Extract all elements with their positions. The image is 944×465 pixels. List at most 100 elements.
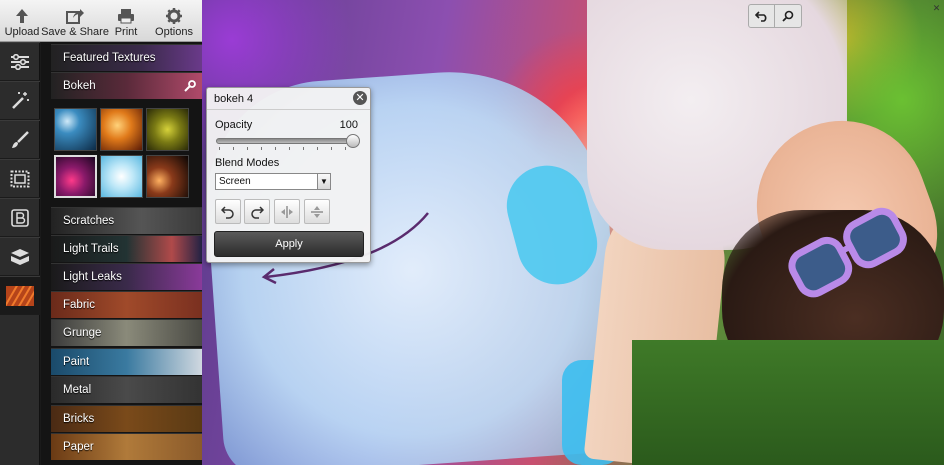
category-grunge[interactable]: Grunge [51,319,202,346]
rotate-left-icon [221,205,234,219]
slider-tick [219,147,220,150]
category-scratches-label: Scratches [63,215,115,227]
print-label: Print [114,26,138,38]
slider-tick [303,147,304,150]
undo-icon [754,11,766,22]
category-light-leaks-label: Light Leaks [63,271,122,283]
tool-text[interactable] [0,198,40,237]
flip-horizontal-icon [281,205,293,218]
category-light-trails-label: Light Trails [63,243,119,255]
category-scratches[interactable]: Scratches [51,207,202,234]
category-fabric-label: Fabric [63,299,95,311]
dialog-header: bokeh 4 ✕ [207,88,370,110]
bokeh-thumb-2[interactable] [100,108,143,151]
textures-icon [6,285,34,306]
undo-button[interactable] [749,5,775,27]
flip-horizontal-button[interactable] [274,199,300,224]
sunglasses-icon [788,207,907,298]
photo-editor-app: ✕ Upload Save & Share Print Options Feat… [0,0,944,465]
tool-stickers[interactable] [0,237,40,276]
category-paper[interactable]: Paper [51,433,202,460]
category-fabric[interactable]: Fabric [51,291,202,318]
category-metal-label: Metal [63,384,92,396]
bokeh-thumb-5[interactable] [100,155,143,198]
opacity-value: 100 [339,119,358,131]
slider-tick [331,147,332,150]
close-icon: ✕ [355,92,365,104]
print-button[interactable]: Print [106,0,146,42]
brush-icon [12,130,29,148]
bokeh-thumb-4[interactable] [54,155,97,198]
slider-tick [233,147,234,150]
category-bricks-label: Bricks [63,413,95,425]
upload-label: Upload [4,26,40,38]
rotate-left-button[interactable] [215,199,241,224]
category-grunge-label: Grunge [63,327,102,339]
slider-tick [275,147,276,150]
apply-label: Apply [275,238,303,250]
opacity-slider-handle[interactable] [346,134,360,148]
upload-button[interactable]: Upload [0,0,44,42]
opacity-slider[interactable] [216,138,358,144]
flip-vertical-button[interactable] [304,199,330,224]
blend-mode-select[interactable]: Screen ▼ [215,173,331,190]
top-toolbar: Upload Save & Share Print Options [0,0,202,42]
chevron-down-icon: ▼ [317,174,330,189]
slider-tick [289,147,290,150]
gear-icon [166,8,182,24]
frame-icon [10,170,30,187]
tool-adjustments[interactable] [0,42,40,81]
flip-vertical-icon [311,205,323,218]
category-metal[interactable]: Metal [51,376,202,403]
category-paper-label: Paper [63,441,94,453]
slider-tick [317,147,318,150]
texture-settings-dialog: bokeh 4 ✕ Opacity 100 Blend Modes Screen… [206,87,371,263]
zoom-button[interactable] [775,5,801,27]
category-paint-label: Paint [63,356,90,368]
dialog-title: bokeh 4 [214,92,254,105]
stickers-icon [11,248,29,265]
category-light-leaks[interactable]: Light Leaks [51,263,202,290]
adjustments-icon [11,53,29,70]
grass-shape [632,340,944,465]
category-bokeh-label: Bokeh [63,80,96,92]
category-light-trails[interactable]: Light Trails [51,235,202,262]
category-bricks[interactable]: Bricks [51,405,202,432]
opacity-label: Opacity [215,119,253,131]
save-share-button[interactable]: Save & Share [41,0,109,42]
wrench-icon[interactable] [184,80,196,92]
options-button[interactable]: Options [146,0,202,42]
upload-icon [16,9,28,23]
slider-tick [345,147,346,150]
printer-icon [118,9,134,24]
blend-modes-label: Blend Modes [215,157,280,169]
slider-tick [261,147,262,150]
tool-strip [0,42,40,465]
blend-mode-value: Screen [219,176,251,187]
rotate-right-icon [251,205,264,219]
category-featured[interactable]: Featured Textures [51,44,202,71]
category-bokeh[interactable]: Bokeh [51,72,202,99]
rotate-right-button[interactable] [244,199,270,224]
bokeh-thumb-1[interactable] [54,108,97,151]
tool-frames[interactable] [0,159,40,198]
save-share-label: Save & Share [41,26,109,38]
texture-panel: Featured Textures Bokeh Scratches Light … [41,42,202,465]
tool-textures[interactable] [0,276,40,315]
bokeh-thumb-3[interactable] [146,108,189,151]
share-icon [66,9,84,24]
bokeh-thumb-6[interactable] [146,155,189,198]
category-featured-label: Featured Textures [63,52,156,64]
options-label: Options [155,26,193,38]
tool-brush[interactable] [0,120,40,159]
magic-wand-icon [12,91,29,109]
magnifier-icon [782,10,794,22]
slider-tick [247,147,248,150]
category-paint[interactable]: Paint [51,348,202,375]
tool-effects[interactable] [0,81,40,120]
text-icon [11,208,29,227]
close-icon[interactable]: ✕ [932,4,941,13]
apply-button[interactable]: Apply [214,231,364,257]
canvas-controls [748,4,802,28]
close-dialog-button[interactable]: ✕ [353,91,367,105]
